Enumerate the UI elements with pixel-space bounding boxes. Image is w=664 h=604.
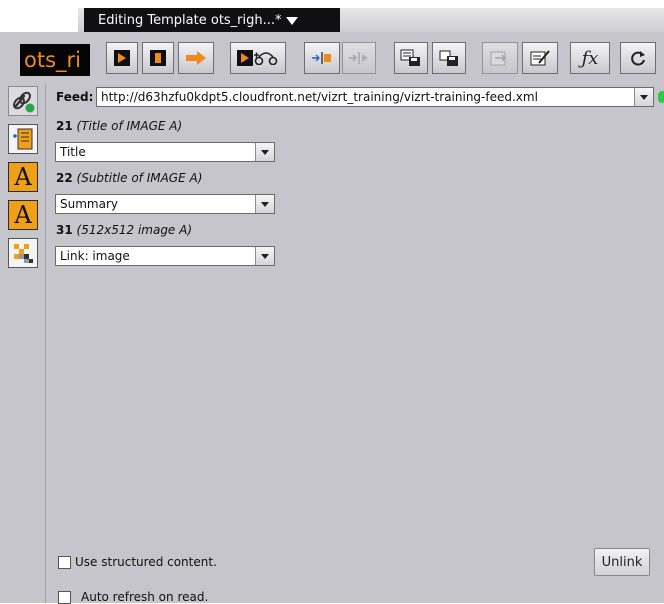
chevron-down-icon[interactable] — [634, 88, 653, 106]
field-description: (Subtitle of IMAGE A) — [76, 171, 203, 185]
field-31-value: Link: image — [60, 249, 130, 263]
chevron-down-icon[interactable] — [255, 143, 274, 161]
use-structured-content-checkbox[interactable] — [58, 556, 71, 569]
edit-script-button[interactable] — [522, 42, 558, 74]
chevron-down-icon[interactable] — [255, 247, 274, 265]
editing-template-title: Editing Template ots_righ...* — [98, 12, 282, 28]
field-22-label: 22 (Subtitle of IMAGE A) — [56, 171, 202, 185]
script-edit-icon — [530, 50, 550, 66]
field-22-select[interactable]: Summary — [55, 194, 275, 214]
continue-icon — [150, 50, 166, 66]
template-name-box: ots_ri — [20, 44, 90, 76]
function-fx-icon: ƒx — [581, 47, 599, 69]
next-step-button[interactable] — [342, 42, 376, 74]
text-a-icon: A — [14, 201, 32, 229]
function-button[interactable]: ƒx — [570, 42, 610, 74]
auto-refresh-checkbox[interactable] — [58, 591, 71, 604]
export-icon — [490, 51, 506, 66]
image-field-tab[interactable] — [8, 238, 38, 268]
field-number: 31 — [56, 223, 73, 237]
insert-step-button[interactable] — [304, 42, 340, 74]
field-21-value: Title — [60, 145, 86, 159]
save-as-button[interactable] — [394, 42, 428, 74]
field-number: 21 — [56, 119, 73, 133]
list-field-tab[interactable] — [8, 124, 38, 154]
field-21-select[interactable]: Title — [55, 142, 275, 162]
refresh-button[interactable] — [620, 42, 656, 74]
link-icon — [13, 91, 35, 113]
save-template-icon — [400, 49, 420, 66]
play-icon — [114, 50, 130, 66]
continue-button[interactable] — [142, 42, 174, 74]
editing-template-tab[interactable]: Editing Template ots_righ...* — [84, 8, 340, 32]
field-description: (512x512 image A) — [76, 223, 193, 237]
field-description: (Title of IMAGE A) — [76, 119, 183, 133]
use-structured-content-label: Use structured content. — [75, 555, 217, 569]
feed-url-value: http://d63hzfu0kdpt5.cloudfront.net/vizr… — [101, 90, 538, 104]
list-field-icon — [13, 128, 33, 150]
image-checker-icon — [14, 244, 33, 263]
play-icon — [237, 50, 253, 66]
play-with-continue-button[interactable] — [230, 42, 286, 74]
take-out-button[interactable] — [178, 42, 214, 74]
unlink-button[interactable]: Unlink — [594, 548, 650, 576]
take-play-button[interactable] — [106, 42, 138, 74]
field-31-select[interactable]: Link: image — [55, 246, 275, 266]
field-number: 22 — [56, 171, 73, 185]
field-22-value: Summary — [60, 197, 118, 211]
feed-url-combo[interactable]: http://d63hzfu0kdpt5.cloudfront.net/vizr… — [96, 87, 654, 107]
auto-refresh-label: Auto refresh on read. — [81, 590, 209, 604]
next-step-icon — [349, 52, 368, 64]
field-31-label: 31 (512x512 image A) — [56, 223, 192, 237]
feed-label: Feed: — [56, 90, 94, 104]
feed-status-indicator — [658, 91, 664, 103]
text-field-title-tab[interactable]: A — [8, 162, 38, 192]
link-feed-tab[interactable] — [8, 86, 38, 116]
save-button[interactable] — [432, 42, 466, 74]
text-a-icon: A — [14, 163, 32, 191]
tab-dropdown-icon[interactable] — [285, 17, 298, 25]
arrow-right-icon — [186, 51, 206, 65]
field-21-label: 21 (Title of IMAGE A) — [56, 119, 182, 133]
insert-step-icon — [312, 52, 331, 64]
export-button[interactable] — [482, 42, 518, 74]
chain-icon — [254, 52, 278, 65]
chevron-down-icon[interactable] — [255, 195, 274, 213]
refresh-icon — [631, 51, 645, 66]
text-field-subtitle-tab[interactable]: A — [8, 200, 38, 230]
save-icon — [439, 50, 458, 66]
